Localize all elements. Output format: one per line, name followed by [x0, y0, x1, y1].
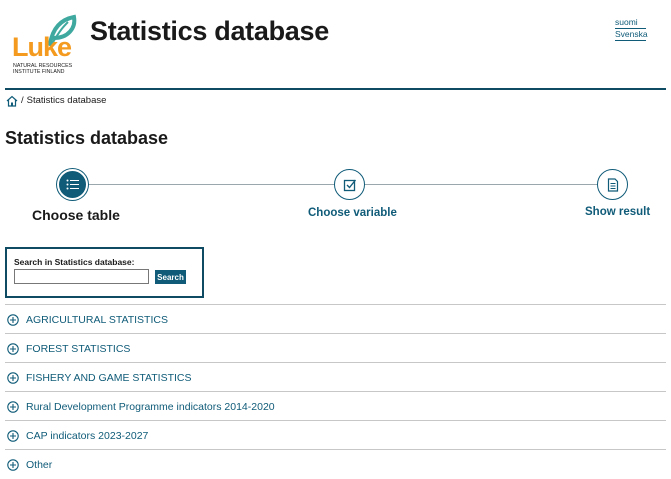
category-list: AGRICULTURAL STATISTICS FOREST STATISTIC… — [5, 304, 666, 478]
category-item-cap-indicators[interactable]: CAP indicators 2023-2027 — [5, 420, 666, 449]
document-icon — [607, 177, 618, 192]
expand-plus-icon[interactable] — [7, 459, 19, 471]
expand-plus-icon[interactable] — [7, 343, 19, 355]
checkbox-icon — [343, 179, 356, 191]
expand-plus-icon[interactable] — [7, 430, 19, 442]
language-switcher: suomi Svenska — [615, 17, 648, 41]
logo-wordmark: Luke — [12, 32, 72, 62]
category-label[interactable]: AGRICULTURAL STATISTICS — [26, 314, 168, 326]
breadcrumb-separator: / — [21, 95, 24, 106]
page-title: Statistics database — [5, 128, 169, 148]
step-indicator: Choose table Choose variable Show result — [0, 168, 671, 228]
category-label[interactable]: Other — [26, 459, 52, 471]
category-item-forest[interactable]: FOREST STATISTICS — [5, 333, 666, 362]
step-choose-variable-link[interactable]: Choose variable — [308, 207, 397, 219]
step-choose-variable-circle[interactable] — [334, 169, 365, 200]
category-item-rural-development[interactable]: Rural Development Programme indicators 2… — [5, 391, 666, 420]
luke-logo[interactable]: Luke NATURAL RESOURCES INSTITUTE FINLAND — [10, 14, 82, 78]
logo-subtitle: NATURAL RESOURCES INSTITUTE FINLAND — [13, 63, 73, 75]
step-show-result-link[interactable]: Show result — [585, 206, 650, 218]
site-title: Statistics database — [90, 16, 329, 46]
breadcrumb: / Statistics database — [6, 94, 106, 107]
category-item-other[interactable]: Other — [5, 449, 666, 478]
category-item-agricultural[interactable]: AGRICULTURAL STATISTICS — [5, 304, 666, 333]
step-choose-table-circle — [59, 171, 86, 198]
category-label[interactable]: CAP indicators 2023-2027 — [26, 430, 148, 442]
step-choose-table-label: Choose table — [32, 207, 120, 223]
step-show-result-circle[interactable] — [597, 169, 628, 200]
search-input[interactable] — [14, 269, 149, 284]
list-icon — [66, 179, 79, 190]
language-link-suomi[interactable]: suomi — [615, 17, 646, 29]
expand-plus-icon[interactable] — [7, 372, 19, 384]
site-header: Luke NATURAL RESOURCES INSTITUTE FINLAND… — [0, 0, 671, 90]
search-panel: Search in Statistics database: Search — [5, 247, 204, 298]
expand-plus-icon[interactable] — [7, 401, 19, 413]
category-label[interactable]: FISHERY AND GAME STATISTICS — [26, 372, 192, 384]
expand-plus-icon[interactable] — [7, 314, 19, 326]
search-label: Search in Statistics database: — [14, 257, 135, 267]
header-divider — [5, 88, 666, 90]
home-icon[interactable] — [6, 95, 18, 107]
search-button[interactable]: Search — [155, 270, 186, 284]
language-link-svenska[interactable]: Svenska — [615, 29, 648, 41]
category-label[interactable]: Rural Development Programme indicators 2… — [26, 401, 275, 413]
category-label[interactable]: FOREST STATISTICS — [26, 343, 130, 355]
category-item-fishery-game[interactable]: FISHERY AND GAME STATISTICS — [5, 362, 666, 391]
breadcrumb-current: Statistics database — [26, 95, 107, 106]
